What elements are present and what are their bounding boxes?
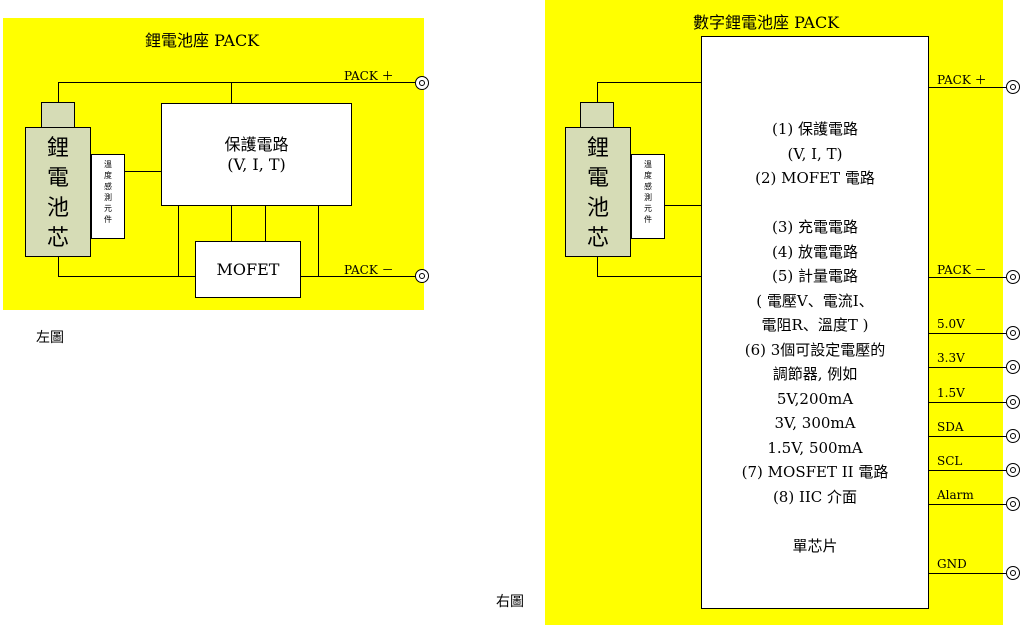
sensor-char: 溫: [104, 160, 112, 169]
left-wire-cap-vert: [58, 82, 59, 102]
left-protection-circuit-box: 保護電路 (V, I, T): [161, 103, 352, 206]
sensor-char: 元: [644, 204, 652, 213]
right-wire-cap-vert: [597, 82, 598, 102]
pin-wire: [929, 367, 1006, 368]
right-diagram-title: 數字鋰電池座 PACK: [693, 13, 840, 32]
left-battery-cell: 鋰 電 池 芯: [25, 127, 91, 257]
chip-function-list: (1) 保護電路 (V, I, T) (2) MOFET 電路 (3) 充電電路…: [702, 117, 928, 558]
protect-label: 保護電路: [224, 135, 289, 154]
sensor-char: 件: [104, 215, 112, 224]
pin-wire: [929, 470, 1006, 471]
left-pack-plus-terminal: [415, 76, 429, 90]
left-mofet-box: MOFET: [195, 241, 301, 298]
pin-terminal: [1006, 326, 1020, 340]
chip-line: (8) IIC 介面: [772, 487, 858, 506]
right-wire-cell-bottom: [597, 256, 598, 276]
chip-line: [702, 509, 928, 534]
chip-line: ( 電壓V、電流I、: [756, 291, 874, 310]
chip-line: [702, 191, 928, 216]
chip-line: (V, I, T): [787, 144, 843, 163]
chip-line: 5V,200mA: [776, 389, 854, 408]
left-pack-minus-label: PACK －: [344, 263, 394, 277]
cell-char: 電: [46, 166, 69, 191]
sensor-char: 元: [104, 204, 112, 213]
chip-line: (4) 放電電路: [771, 242, 859, 261]
pin-terminal: [1006, 429, 1020, 443]
left-wire-protect-top: [231, 82, 232, 103]
chip-line: (5) 計量電路: [771, 267, 859, 285]
right-cell-cap: [580, 102, 614, 128]
left-wire-cell-bottom: [58, 256, 59, 276]
sensor-char: 感: [104, 182, 112, 191]
cell-char: 池: [586, 196, 609, 221]
pin-wire: [929, 402, 1006, 403]
pin-terminal: [1006, 566, 1020, 580]
pin-wire: [929, 504, 1006, 505]
pin-label: 3.3V: [937, 351, 965, 365]
chip-line: (7) MOSFET II 電路: [741, 463, 889, 481]
pin-label: SCL: [937, 454, 963, 468]
pin-terminal: [1006, 497, 1020, 511]
pin-label: Alarm: [937, 488, 974, 502]
chip-line: 調節器, 例如: [772, 365, 858, 383]
left-wire-sensor: [125, 171, 161, 172]
cell-char: 鋰: [46, 136, 69, 161]
sensor-char: 件: [644, 215, 652, 224]
right-wire-top: [597, 82, 701, 83]
chip-line: 單芯片: [792, 536, 838, 555]
pin-wire: [929, 333, 1006, 334]
pin-terminal: [1006, 395, 1020, 409]
right-wire-sensor: [665, 205, 701, 206]
cell-char: 電: [586, 166, 609, 191]
chip-line: (3) 充電電路: [771, 218, 859, 236]
left-pack-plus-label: PACK ＋: [344, 69, 394, 83]
pin-wire: [929, 436, 1006, 437]
pin-label: PACK －: [937, 263, 987, 277]
left-wire-p2: [231, 205, 232, 242]
left-wire-p3: [265, 205, 266, 242]
left-wire-p4: [318, 205, 319, 276]
chip-line: 電阻R、溫度T ): [761, 316, 869, 334]
pin-wire: [929, 573, 1006, 574]
left-temp-sensor: 溫 度 感 測 元 件: [91, 154, 125, 239]
pin-label: PACK ＋: [937, 73, 987, 87]
cell-char: 芯: [46, 226, 69, 251]
sensor-char: 度: [104, 171, 112, 180]
pin-terminal: [1006, 463, 1020, 477]
sensor-char: 度: [644, 171, 652, 180]
cell-char: 池: [46, 196, 69, 221]
chip-line: 1.5V, 500mA: [767, 438, 863, 457]
mofet-label: MOFET: [216, 260, 280, 279]
cell-char: 芯: [586, 226, 609, 251]
left-caption: 左圖: [36, 330, 64, 346]
single-chip-box: (1) 保護電路 (V, I, T) (2) MOFET 電路 (3) 充電電路…: [701, 36, 929, 609]
chip-line: (2) MOFET 電路: [755, 169, 875, 187]
pin-terminal: [1006, 270, 1020, 284]
protect-params: (V, I, T): [227, 155, 286, 174]
chip-line: (1) 保護電路: [771, 120, 859, 138]
right-caption: 右圖: [496, 594, 524, 610]
pin-terminal: [1006, 360, 1020, 374]
right-temp-sensor: 溫 度 感 測 元 件: [631, 154, 665, 239]
left-cell-cap: [41, 102, 75, 128]
cell-char: 鋰: [586, 136, 609, 161]
right-wire-bottom: [597, 276, 701, 277]
pin-label: 1.5V: [937, 386, 965, 400]
left-pack-minus-terminal: [415, 269, 429, 283]
chip-line: 3V, 300mA: [774, 414, 856, 432]
pin-label: SDA: [937, 420, 964, 434]
sensor-char: 測: [104, 193, 112, 202]
chip-line: (6) 3個可設定電壓的: [744, 340, 886, 359]
sensor-char: 測: [644, 193, 652, 202]
pin-terminal: [1006, 80, 1020, 94]
sensor-char: 溫: [644, 160, 652, 169]
sensor-char: 感: [644, 182, 652, 191]
left-wire-p1: [178, 205, 179, 276]
pin-label: 5.0V: [937, 317, 965, 331]
left-diagram-title: 鋰電池座 PACK: [145, 31, 260, 50]
pin-label: GND: [937, 557, 967, 571]
right-battery-cell: 鋰 電 池 芯: [565, 127, 631, 257]
